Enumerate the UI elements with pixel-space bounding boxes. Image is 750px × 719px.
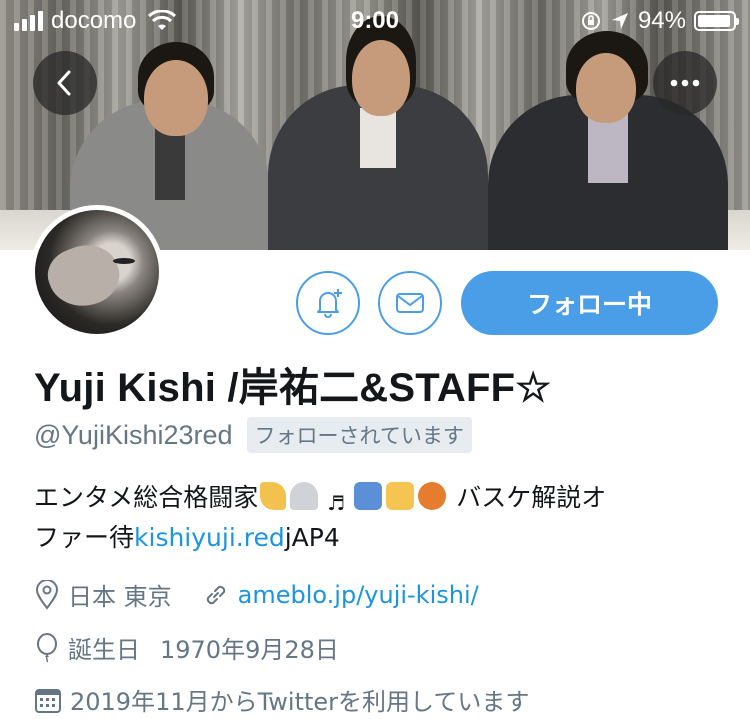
rock-hand-icon [386, 482, 415, 510]
battery-fill [698, 15, 730, 27]
profile-name: Yuji Kishi /岸祐二&STAFF☆ [34, 366, 552, 410]
profile-bio: エンタメ総合格闘家 ♬ バスケ解説オ ファー待kishiyuji.redjAP4 [34, 478, 724, 558]
joined-row: 2019年11月からTwitterを利用しています [34, 682, 529, 717]
calendar-icon [35, 688, 61, 713]
location-website-row: 日本 東京 ameblo.jp/yuji-kishi/ [34, 577, 479, 612]
birthday-label: 誕生日 [68, 636, 140, 664]
banner-person-right [488, 15, 728, 250]
emoji-hand-icon [260, 482, 287, 510]
location-pin-icon [35, 579, 59, 610]
profile-handle: @YujiKishi23red [34, 419, 233, 450]
avatar-hand [40, 235, 128, 317]
avatar-eye [113, 258, 135, 264]
birthday-row: 誕生日 1970年9月28日 [34, 630, 339, 665]
profile-avatar[interactable] [30, 205, 164, 339]
status-right: 94% [580, 7, 739, 35]
bell-plus-icon [317, 289, 342, 318]
bio-text: エンタメ総合格闘家 [34, 483, 259, 512]
bio-text-tail: バスケ解説オ [456, 483, 607, 512]
following-button[interactable]: フォロー中 [461, 271, 718, 335]
location-arrow-icon [611, 13, 628, 29]
back-button[interactable] [33, 51, 97, 115]
bio-text-suffix: jAP4 [284, 523, 340, 552]
location-text: 日本 東京 [68, 583, 172, 611]
ellipsis-icon [670, 79, 700, 87]
link-icon [206, 585, 225, 604]
banner-person-center [268, 10, 488, 250]
joined-text: 2019年11月からTwitterを利用しています [70, 688, 530, 716]
microphone-icon [290, 482, 319, 510]
bio-text-line2: ファー待 [34, 523, 135, 552]
more-options-button[interactable] [653, 51, 717, 115]
website-link[interactable]: ameblo.jp/yuji-kishi/ [238, 581, 479, 609]
birthday-date: 1970年9月28日 [160, 636, 339, 664]
battery-icon [694, 11, 739, 31]
battery-percent: 94% [637, 7, 686, 34]
handle-row: @YujiKishi23red フォローされています [34, 417, 472, 453]
message-button[interactable] [378, 271, 442, 335]
bio-link[interactable]: kishiyuji.red [134, 523, 285, 552]
music-notes-icon: ♬ [327, 491, 346, 515]
theater-masks-icon [354, 482, 383, 510]
notifications-button[interactable] [296, 271, 360, 335]
envelope-icon [396, 293, 424, 313]
basketball-icon [418, 482, 447, 510]
orientation-lock-icon [581, 12, 600, 30]
chevron-left-icon [57, 70, 71, 96]
status-bar: docomo 9:00 94% [0, 0, 750, 42]
balloon-icon [37, 632, 57, 662]
follows-you-badge: フォローされています [246, 417, 472, 453]
